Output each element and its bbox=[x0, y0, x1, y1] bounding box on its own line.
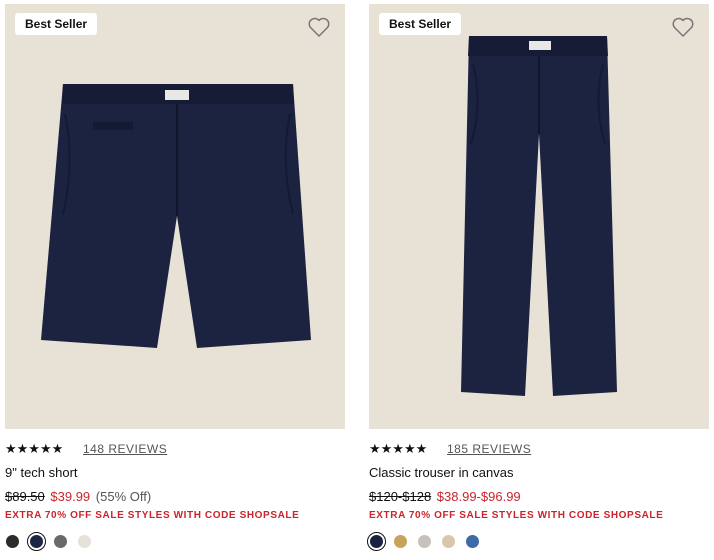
sale-price: $39.99 bbox=[50, 489, 91, 504]
swatch-1[interactable] bbox=[27, 532, 46, 551]
best-seller-badge: Best Seller bbox=[15, 13, 98, 35]
swatch-2[interactable] bbox=[418, 535, 431, 548]
promo-text: EXTRA 70% OFF SALE STYLES WITH CODE SHOP… bbox=[5, 510, 300, 521]
swatch-0[interactable] bbox=[367, 532, 386, 551]
original-price: $89.50 bbox=[5, 489, 45, 504]
shorts-image bbox=[41, 84, 311, 348]
product-name[interactable]: 9" tech short bbox=[5, 465, 345, 480]
color-swatches bbox=[367, 532, 709, 551]
product-name[interactable]: Classic trouser in canvas bbox=[369, 465, 709, 480]
swatch-2[interactable] bbox=[54, 535, 67, 548]
star-rating: ★★★★★ bbox=[5, 441, 64, 456]
original-price: $120-$128 bbox=[369, 489, 432, 504]
swatch-1[interactable] bbox=[394, 535, 407, 548]
product-card-classic-trouser[interactable]: Best Seller ★★★★★ 185 REVIEWS Classic tr… bbox=[367, 4, 709, 551]
price-row: $89.50 $39.99 (55% Off) bbox=[5, 489, 345, 504]
reviews-link[interactable]: 148 REVIEWS bbox=[83, 442, 167, 456]
trousers-image bbox=[461, 36, 617, 396]
sale-price: $38.99-$96.99 bbox=[436, 489, 521, 504]
swatch-4[interactable] bbox=[466, 535, 479, 548]
best-seller-badge: Best Seller bbox=[379, 13, 462, 35]
product-image[interactable]: Best Seller bbox=[5, 4, 345, 429]
star-rating: ★★★★★ bbox=[369, 441, 428, 456]
discount-percent: (55% Off) bbox=[95, 489, 152, 504]
price-row: $120-$128 $38.99-$96.99 bbox=[369, 489, 709, 504]
swatch-3[interactable] bbox=[442, 535, 455, 548]
product-image[interactable]: Best Seller bbox=[369, 4, 709, 429]
heart-icon[interactable] bbox=[307, 16, 331, 38]
product-card-tech-short[interactable]: Best Seller ★★★★★ 148 REVIEWS 9" tech sh… bbox=[5, 4, 345, 551]
swatch-0[interactable] bbox=[6, 535, 19, 548]
color-swatches bbox=[5, 532, 345, 551]
promo-text: EXTRA 70% OFF SALE STYLES WITH CODE SHOP… bbox=[369, 510, 664, 521]
swatch-3[interactable] bbox=[78, 535, 91, 548]
heart-icon[interactable] bbox=[671, 16, 695, 38]
reviews-link[interactable]: 185 REVIEWS bbox=[447, 442, 531, 456]
